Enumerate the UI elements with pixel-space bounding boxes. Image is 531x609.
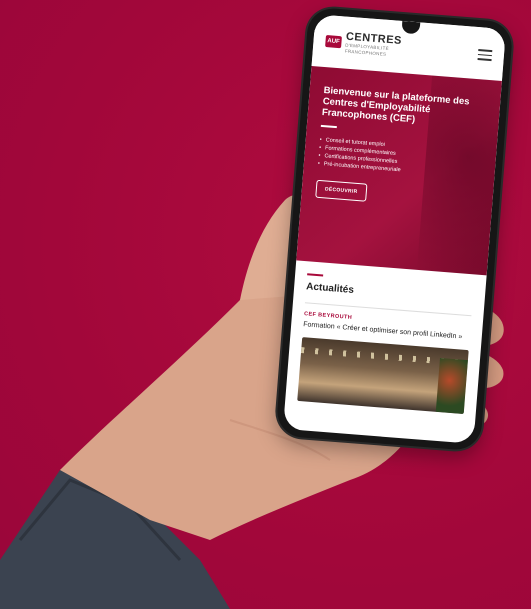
hero-divider (320, 124, 337, 128)
auf-logo-mark: AUF (325, 35, 342, 49)
phone-screen: AUF CENTRES D'EMPLOYABILITÉ FRANCOPHONES… (282, 14, 507, 444)
smartphone: AUF CENTRES D'EMPLOYABILITÉ FRANCOPHONES… (275, 6, 514, 452)
news-divider (307, 273, 324, 277)
logo-text: CENTRES D'EMPLOYABILITÉ FRANCOPHONES (345, 31, 403, 58)
hamburger-menu-icon[interactable] (477, 49, 493, 64)
news-section: Actualités CEF BEYROUTH Formation « Crée… (285, 260, 486, 414)
news-section-title: Actualités (305, 280, 355, 296)
hero-banner: Bienvenue sur la plateforme des Centres … (296, 65, 502, 276)
site-logo[interactable]: AUF CENTRES D'EMPLOYABILITÉ FRANCOPHONES (325, 30, 403, 58)
discover-button[interactable]: DÉCOUVRIR (315, 179, 368, 202)
news-thumbnail-image[interactable] (297, 336, 469, 414)
